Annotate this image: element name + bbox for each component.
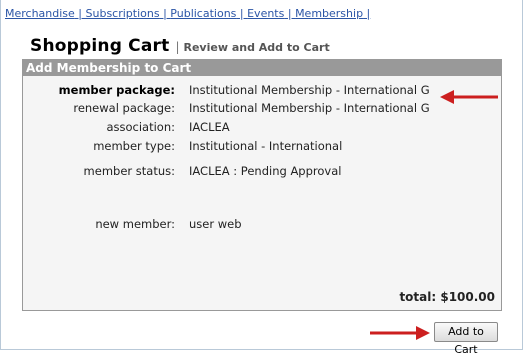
add-to-cart-button[interactable]: Add to Cart xyxy=(434,322,498,356)
nav-link-subscriptions[interactable]: Subscriptions xyxy=(86,7,160,20)
detail-label: association: xyxy=(106,120,175,134)
nav-separator: | xyxy=(74,7,86,20)
nav-link-publications[interactable]: Publications xyxy=(170,7,236,20)
arrow-right-icon xyxy=(370,326,430,340)
panel-title: Add Membership to Cart xyxy=(23,60,501,76)
nav-separator: | xyxy=(363,7,371,20)
detail-label: renewal package: xyxy=(73,101,175,115)
cart-total: total: $100.00 xyxy=(399,290,495,304)
detail-label: member type: xyxy=(93,139,175,153)
nav-link-merchandise[interactable]: Merchandise xyxy=(5,7,75,20)
nav-separator: | xyxy=(236,7,248,20)
nav-link-events[interactable]: Events xyxy=(247,7,284,20)
page-title: Shopping Cart xyxy=(30,36,170,56)
detail-value: Institutional Membership - International… xyxy=(189,101,430,115)
page-heading: Shopping Cart | Review and Add to Cart xyxy=(30,36,330,56)
heading-divider: | xyxy=(175,40,180,54)
nav-link-membership[interactable]: Membership xyxy=(295,7,363,20)
detail-label: member status: xyxy=(83,164,175,178)
detail-value: Institutional - International xyxy=(189,139,343,153)
detail-value: IACLEA xyxy=(189,120,230,134)
detail-label: new member: xyxy=(95,217,175,231)
detail-value: user web xyxy=(189,217,242,231)
membership-panel: Add Membership to Cart member package: I… xyxy=(22,59,502,311)
page-subtitle: Review and Add to Cart xyxy=(183,41,330,54)
arrow-left-icon xyxy=(440,90,498,104)
top-navigation: Merchandise | Subscriptions | Publicatio… xyxy=(5,7,370,20)
detail-value: Institutional Membership - International… xyxy=(189,83,430,97)
detail-label: member package: xyxy=(58,83,175,97)
nav-separator: | xyxy=(159,7,171,20)
detail-value: IACLEA : Pending Approval xyxy=(189,164,342,178)
nav-separator: | xyxy=(284,7,296,20)
